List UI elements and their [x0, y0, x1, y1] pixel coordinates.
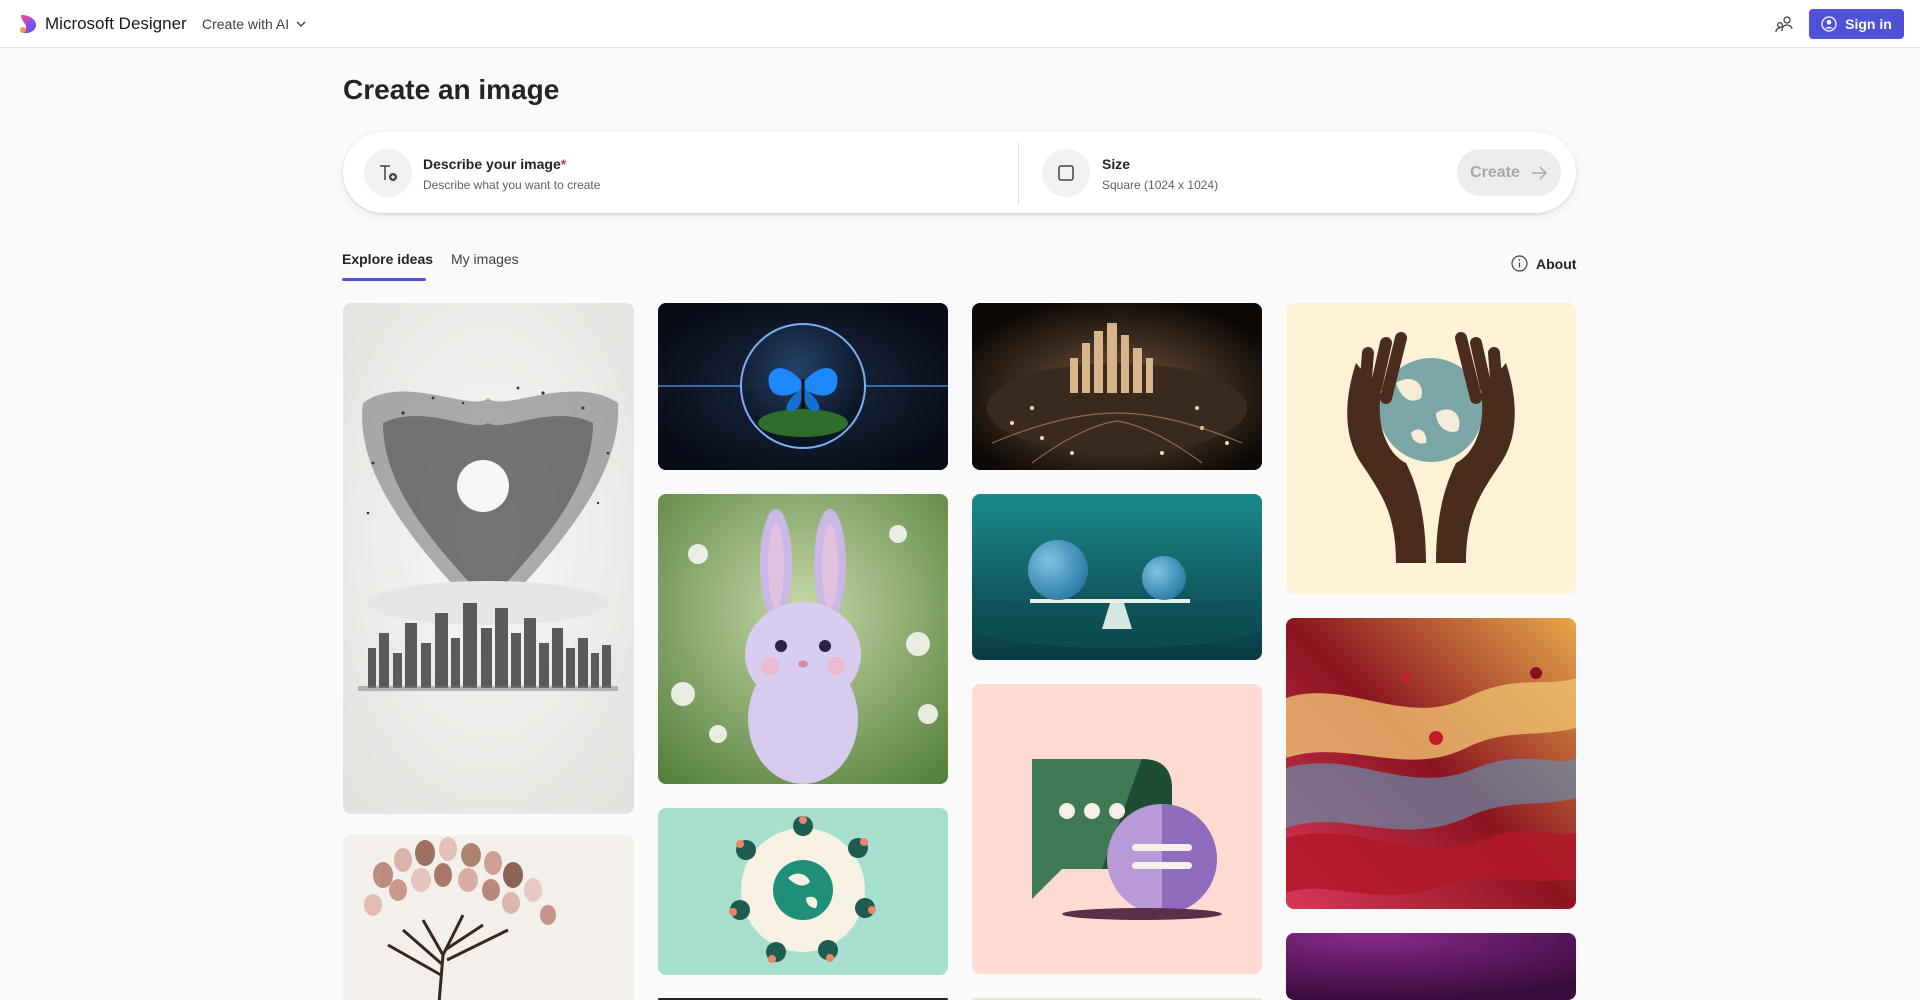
tree-fingerprints-image — [343, 835, 634, 1000]
create-label: Create — [1470, 163, 1520, 181]
chevron-down-icon — [296, 21, 306, 27]
liquid-metal-image — [1286, 618, 1576, 909]
gallery-item-balance-spheres[interactable] — [972, 494, 1262, 660]
info-icon — [1511, 255, 1528, 272]
gallery-item-circuit-city[interactable] — [972, 303, 1262, 470]
arrow-right-icon — [1531, 166, 1547, 179]
brand-name[interactable]: Microsoft Designer — [45, 14, 187, 34]
gallery-item-birds-heart-city[interactable] — [343, 303, 634, 814]
create-with-ai-menu[interactable]: Create with AI — [202, 16, 307, 32]
sign-in-button[interactable]: Sign in — [1809, 9, 1904, 39]
gallery-item-tree-fingerprints[interactable] — [343, 835, 634, 1000]
people-globe-image — [658, 808, 948, 975]
size-selector[interactable]: Size Square (1024 x 1024) — [1102, 144, 1402, 202]
butterfly-orb-image — [658, 303, 948, 470]
page-title: Create an image — [343, 74, 560, 105]
gallery-item-purple-gradient[interactable] — [1286, 933, 1576, 1000]
gallery-item-liquid-metal[interactable] — [1286, 618, 1576, 909]
prompt-divider — [1018, 142, 1019, 204]
about-label: About — [1536, 255, 1577, 272]
describe-label: Describe your image* — [423, 156, 567, 172]
active-tab-indicator — [342, 278, 426, 281]
size-icon-button[interactable] — [1042, 149, 1090, 197]
share-icon[interactable] — [1773, 13, 1795, 35]
describe-input[interactable]: Describe your image* Describe what you w… — [423, 144, 983, 202]
gallery-item-hands-globe[interactable] — [1286, 303, 1576, 594]
sign-in-label: Sign in — [1845, 16, 1892, 32]
tab-my-images[interactable]: My images — [451, 251, 519, 267]
hands-globe-image — [1286, 303, 1576, 594]
square-icon — [1058, 165, 1074, 181]
gallery-item-purple-bunny[interactable] — [658, 494, 948, 784]
balance-spheres-image — [972, 494, 1262, 660]
top-bar: Microsoft Designer Create with AI Sign i… — [0, 0, 1920, 48]
prompt-box: Describe your image* Describe what you w… — [343, 132, 1576, 213]
tab-explore-ideas[interactable]: Explore ideas — [342, 251, 433, 267]
size-value: Square (1024 x 1024) — [1102, 178, 1219, 192]
gallery-item-chat-bubbles[interactable] — [972, 684, 1262, 974]
about-button[interactable]: About — [1511, 255, 1576, 272]
person-icon — [1821, 16, 1837, 32]
text-add-icon — [380, 165, 397, 181]
describe-icon-button[interactable] — [364, 149, 412, 197]
designer-logo-icon[interactable] — [17, 13, 39, 35]
create-button[interactable]: Create — [1457, 149, 1561, 196]
size-label: Size — [1102, 156, 1131, 172]
gallery-item-people-globe[interactable] — [658, 808, 948, 975]
chat-bubbles-image — [972, 684, 1262, 974]
gallery-item-butterfly-orb[interactable] — [658, 303, 948, 470]
purple-bunny-image — [658, 494, 948, 784]
create-with-ai-label: Create with AI — [202, 16, 290, 32]
circuit-city-image — [972, 303, 1262, 470]
describe-placeholder: Describe what you want to create — [423, 178, 601, 192]
birds-heart-city-image — [343, 303, 634, 814]
purple-gradient-image — [1286, 933, 1576, 1000]
